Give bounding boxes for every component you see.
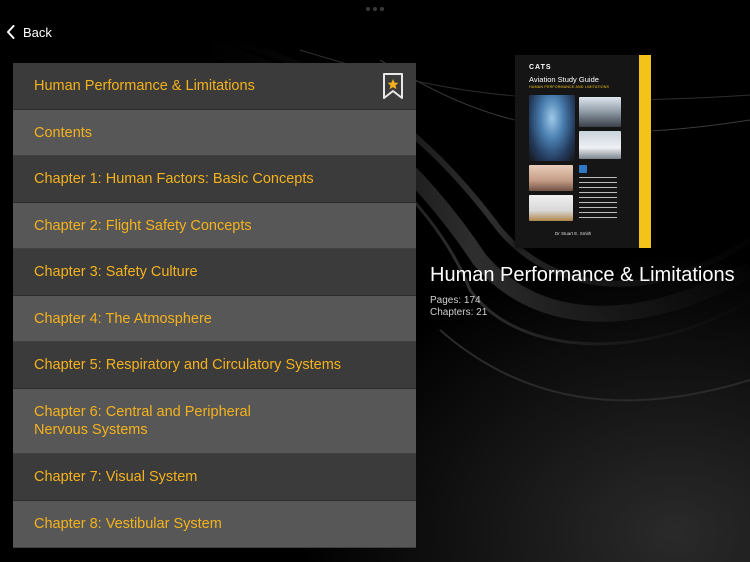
chevron-left-icon (7, 25, 15, 39)
multitasking-grabber[interactable] (366, 7, 384, 11)
toc-item-label: Chapter 1: Human Factors: Basic Concepts (34, 171, 314, 187)
cover-eye-image (529, 165, 573, 191)
cover-easa-badge (579, 165, 587, 173)
toc-item-label: Human Performance & Limitations (34, 78, 255, 94)
toc-row-chapter-1[interactable]: Chapter 1: Human Factors: Basic Concepts (13, 156, 416, 203)
cover-bullet-text (579, 177, 617, 221)
cover-subtitle: HUMAN PERFORMANCE AND LIMITATIONS (529, 85, 610, 89)
toc-item-label: Chapter 8: Vestibular System (34, 516, 222, 532)
toc-row-chapter-7[interactable]: Chapter 7: Visual System (13, 454, 416, 501)
cover-author: Dr Stuart E. Smith (555, 231, 592, 236)
toc-row-contents[interactable]: Contents (13, 110, 416, 156)
cover-pills-image (529, 195, 573, 221)
toc-row-chapter-3[interactable]: Chapter 3: Safety Culture (13, 249, 416, 296)
book-title: Human Performance & Limitations (430, 264, 735, 286)
bookmark-star-icon[interactable] (382, 72, 404, 100)
toc-item-label: Chapter 4: The Atmosphere (34, 310, 212, 327)
toc-row-chapter-8[interactable]: Chapter 8: Vestibular System (13, 501, 416, 548)
book-cover: CATS Aviation Study Guide HUMAN PERFORMA… (515, 55, 651, 248)
cover-brand: CATS (529, 64, 552, 71)
toc-row-chapter-4[interactable]: Chapter 4: The Atmosphere (13, 296, 416, 342)
table-of-contents: Human Performance & Limitations Contents… (13, 63, 416, 548)
app-screen: Back Human Performance & Limitations Con… (0, 0, 750, 562)
toc-item-label: Chapter 2: Flight Safety Concepts (34, 217, 252, 234)
toc-item-label: Chapter 7: Visual System (34, 469, 198, 485)
cover-stripe (639, 55, 651, 248)
toc-item-label: Chapter 3: Safety Culture (34, 264, 198, 280)
book-pages: Pages: 174 (430, 295, 481, 306)
toc-item-label: Chapter 5: Respiratory and Circulatory S… (34, 357, 342, 373)
toc-item-label: Contents (34, 124, 93, 141)
book-chapters: Chapters: 21 (430, 307, 488, 318)
back-button[interactable]: Back (6, 20, 52, 44)
toc-row-title[interactable]: Human Performance & Limitations (13, 63, 416, 110)
back-label: Back (23, 24, 52, 40)
cover-series: Aviation Study Guide (529, 75, 599, 84)
toc-row-chapter-6[interactable]: Chapter 6: Central and Peripheral Nervou… (13, 389, 416, 454)
toc-item-label: Chapter 6: Central and Peripheral Nervou… (34, 404, 251, 438)
cover-anatomy-image (529, 95, 575, 161)
toc-row-chapter-5[interactable]: Chapter 5: Respiratory and Circulatory S… (13, 342, 416, 389)
cover-aircraft-image (579, 131, 621, 159)
toc-row-chapter-2[interactable]: Chapter 2: Flight Safety Concepts (13, 203, 416, 249)
cover-cockpit-image (579, 97, 621, 127)
